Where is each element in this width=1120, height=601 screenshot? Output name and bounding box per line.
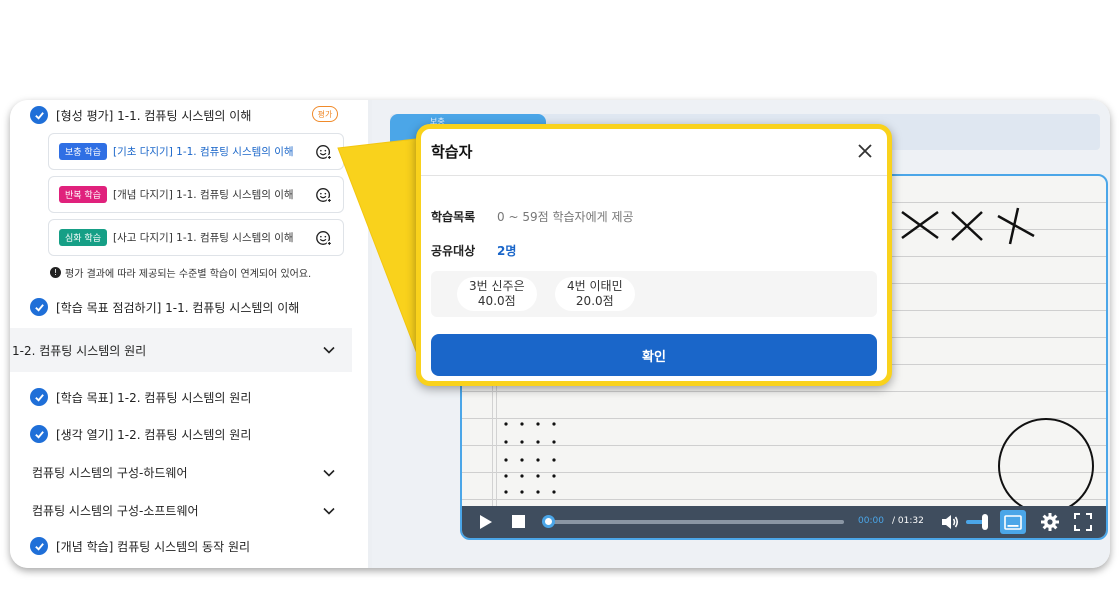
student-chip: 3번 신주은 40.0점 bbox=[457, 277, 537, 311]
section-title: 1-2. 컴퓨팅 시스템의 원리 bbox=[12, 343, 147, 358]
sidebar: [형성 평가] 1-1. 컴퓨팅 시스템의 이해 평가 보충 학습 [기초 다지… bbox=[10, 100, 362, 568]
current-time: 00:00 bbox=[858, 516, 884, 526]
list-item[interactable]: [학습 목표] 1-2. 컴퓨팅 시스템의 원리 bbox=[30, 388, 251, 406]
check-icon bbox=[30, 425, 48, 443]
modal-divider bbox=[421, 175, 887, 176]
list-item-label: 컴퓨팅 시스템의 구성-소프트웨어 bbox=[32, 504, 199, 518]
chip-repeat: 반복 학습 bbox=[59, 186, 107, 203]
card-label: [개념 다지기] 1-1. 컴퓨팅 시스템의 이해 bbox=[112, 189, 294, 201]
stop-icon[interactable] bbox=[512, 515, 525, 528]
student-list: 3번 신주은 40.0점 4번 이태민 20.0점 bbox=[431, 271, 877, 317]
student-score: 20.0점 bbox=[575, 294, 614, 308]
info-note-text: 평가 결과에 따라 제공되는 수준별 학습이 연계되어 있어요. bbox=[65, 269, 312, 280]
eval-item[interactable]: [형성 평가] 1-1. 컴퓨팅 시스템의 이해 bbox=[30, 106, 360, 124]
check-icon bbox=[30, 388, 48, 406]
card-repeat[interactable]: 반복 학습 [개념 다지기] 1-1. 컴퓨팅 시스템의 이해 bbox=[48, 176, 344, 213]
list-item-label: [학습 목표] 1-2. 컴퓨팅 시스템의 원리 bbox=[56, 390, 252, 405]
card-remedial[interactable]: 보충 학습 [기초 다지기] 1-1. 컴퓨팅 시스템의 이해 bbox=[48, 133, 344, 170]
player-controls: 00:00 / 01:32 bbox=[462, 506, 1106, 538]
list-item-label: [개념 학습] 컴퓨팅 시스템의 동작 원리 bbox=[56, 539, 251, 554]
progress-handle[interactable] bbox=[542, 515, 555, 528]
list-item[interactable]: [생각 열기] 1-2. 컴퓨팅 시스템의 원리 bbox=[30, 425, 251, 443]
eval-item-label: [형성 평가] 1-1. 컴퓨팅 시스템의 이해 bbox=[56, 108, 252, 123]
progress-bar[interactable] bbox=[548, 520, 844, 524]
list-item-expand[interactable]: 컴퓨팅 시스템의 구성-하드웨어 bbox=[32, 464, 342, 481]
goal-check-item[interactable]: [학습 목표 점검하기] 1-1. 컴퓨팅 시스템의 이해 bbox=[30, 298, 299, 316]
check-icon bbox=[30, 537, 48, 555]
info-icon: ! bbox=[50, 267, 61, 278]
modal-title: 학습자 bbox=[431, 143, 473, 161]
card-advanced[interactable]: 심화 학습 [사고 다지기] 1-1. 컴퓨팅 시스템의 이해 bbox=[48, 219, 344, 256]
chevron-down-icon[interactable] bbox=[322, 466, 336, 480]
share-smile-icon[interactable] bbox=[315, 229, 333, 247]
share-smile-icon[interactable] bbox=[315, 143, 333, 161]
gear-icon[interactable] bbox=[1040, 512, 1060, 532]
list-item-expand[interactable]: 컴퓨팅 시스템의 구성-소프트웨어 bbox=[32, 502, 342, 519]
student-name: 4번 이태민 bbox=[567, 279, 623, 293]
section-header[interactable]: 1-2. 컴퓨팅 시스템의 원리 bbox=[10, 328, 352, 372]
list-item[interactable]: [개념 학습] 컴퓨팅 시스템의 동작 원리 bbox=[30, 537, 250, 555]
play-icon[interactable] bbox=[478, 514, 494, 530]
list-label: 학습목록 bbox=[431, 210, 476, 224]
chip-remedial: 보충 학습 bbox=[59, 143, 107, 160]
chip-advanced: 심화 학습 bbox=[59, 229, 107, 246]
student-chip: 4번 이태민 20.0점 bbox=[555, 277, 635, 311]
chevron-down-icon bbox=[323, 346, 335, 354]
fullscreen-icon[interactable] bbox=[1074, 513, 1092, 531]
student-score: 40.0점 bbox=[477, 294, 516, 308]
share-value: 2명 bbox=[497, 244, 517, 258]
card-label: [기초 다지기] 1-1. 컴퓨팅 시스템의 이해 bbox=[112, 146, 294, 158]
chevron-down-icon[interactable] bbox=[322, 504, 336, 518]
confirm-button[interactable]: 확인 bbox=[431, 334, 877, 376]
learner-modal: 학습자 학습목록 0 ~ 59점 학습자에게 제공 공유대상 2명 3번 신주은… bbox=[416, 124, 892, 386]
check-icon bbox=[30, 298, 48, 316]
student-name: 3번 신주은 bbox=[469, 279, 525, 293]
check-icon bbox=[30, 106, 48, 124]
share-smile-icon[interactable] bbox=[315, 186, 333, 204]
card-label: [사고 다지기] 1-1. 컴퓨팅 시스템의 이해 bbox=[112, 232, 294, 244]
list-item-label: [생각 열기] 1-2. 컴퓨팅 시스템의 원리 bbox=[56, 427, 252, 442]
volume-handle[interactable] bbox=[982, 514, 988, 530]
close-icon[interactable] bbox=[857, 143, 873, 159]
info-note: ! 평가 결과에 따라 제공되는 수준별 학습이 연계되어 있어요. bbox=[50, 265, 311, 280]
volume-icon[interactable] bbox=[940, 512, 960, 532]
share-label: 공유대상 bbox=[431, 244, 476, 258]
goal-check-label: [학습 목표 점검하기] 1-1. 컴퓨팅 시스템의 이해 bbox=[56, 300, 300, 315]
subtitle-icon bbox=[1004, 514, 1022, 530]
eval-badge: 평가 bbox=[312, 106, 338, 122]
subtitle-button[interactable] bbox=[1000, 510, 1026, 534]
list-value: 0 ~ 59점 학습자에게 제공 bbox=[497, 210, 634, 224]
total-time: / 01:32 bbox=[892, 516, 924, 526]
list-item-label: 컴퓨팅 시스템의 구성-하드웨어 bbox=[32, 466, 188, 480]
